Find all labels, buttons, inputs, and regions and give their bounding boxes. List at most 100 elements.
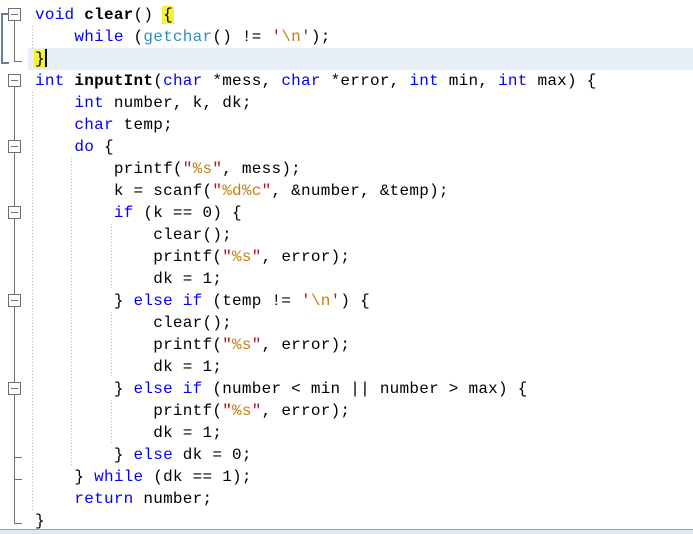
- code-token: );: [311, 28, 331, 46]
- code-token: ": [252, 336, 262, 354]
- code-token: ": [252, 248, 262, 266]
- code-line-12[interactable]: printf("%s", error);: [35, 246, 350, 268]
- code-token: }: [35, 380, 134, 398]
- code-token: [173, 380, 183, 398]
- code-token: }: [35, 468, 94, 486]
- code-token: }: [35, 446, 134, 464]
- text-caret: [45, 49, 47, 67]
- code-line-6[interactable]: char temp;: [35, 114, 173, 136]
- matched-brace: {: [162, 6, 175, 24]
- code-line-1[interactable]: void clear() {: [35, 4, 173, 26]
- code-token: ": [262, 182, 272, 200]
- code-token: [35, 116, 74, 134]
- code-line-17[interactable]: dk = 1;: [35, 356, 222, 378]
- code-line-19[interactable]: printf("%s", error);: [35, 400, 350, 422]
- code-line-3[interactable]: }: [35, 48, 47, 70]
- fold-region-end-tick: [14, 479, 22, 480]
- code-token: (: [124, 28, 144, 46]
- fold-region-end-tick: [14, 457, 22, 458]
- code-line-10[interactable]: if (k == 0) {: [35, 202, 242, 224]
- code-line-16[interactable]: printf("%s", error);: [35, 334, 350, 356]
- fold-collapse-button-line-18[interactable]: [8, 382, 21, 395]
- code-line-2[interactable]: while (getchar() != '\n');: [35, 26, 331, 48]
- code-token: ': [331, 292, 341, 310]
- code-line-18[interactable]: } else if (number < min || number > max)…: [35, 378, 528, 400]
- code-token: else: [134, 380, 173, 398]
- code-token: (k == 0) {: [134, 204, 242, 222]
- code-token: else: [134, 292, 173, 310]
- code-token: printf(: [35, 336, 222, 354]
- code-line-11[interactable]: clear();: [35, 224, 232, 246]
- code-token: , error);: [262, 248, 351, 266]
- code-line-8[interactable]: printf("%s", mess);: [35, 158, 301, 180]
- code-token: %s: [193, 160, 213, 178]
- code-token: [74, 6, 84, 24]
- code-token: ": [222, 248, 232, 266]
- code-token: [35, 138, 74, 156]
- code-token: %s: [232, 248, 252, 266]
- code-line-13[interactable]: dk = 1;: [35, 268, 222, 290]
- indent-guide: [32, 92, 33, 510]
- code-token: if: [114, 204, 134, 222]
- code-token: , mess);: [222, 160, 301, 178]
- code-token: dk = 1;: [35, 270, 222, 288]
- fold-collapse-button-line-10[interactable]: [8, 206, 21, 219]
- code-token: }: [35, 292, 134, 310]
- code-token: ": [222, 402, 232, 420]
- code-token: else: [134, 446, 173, 464]
- code-token: *error,: [321, 72, 410, 90]
- code-token: (: [153, 72, 163, 90]
- fold-collapse-button-line-1[interactable]: [8, 8, 21, 21]
- code-token: if: [183, 292, 203, 310]
- code-line-5[interactable]: int number, k, dk;: [35, 92, 252, 114]
- fold-collapse-button-line-4[interactable]: [8, 74, 21, 87]
- code-token: ": [212, 160, 222, 178]
- code-token: clear: [84, 6, 133, 24]
- code-token: printf(: [35, 160, 183, 178]
- code-token: dk = 0;: [173, 446, 252, 464]
- code-line-23[interactable]: return number;: [35, 488, 212, 510]
- code-token: , error);: [262, 336, 351, 354]
- code-token: do: [74, 138, 94, 156]
- code-token: printf(: [35, 402, 222, 420]
- code-token: number, k, dk;: [104, 94, 252, 112]
- fold-region-end-tick: [14, 61, 22, 62]
- code-line-21[interactable]: } else dk = 0;: [35, 444, 252, 466]
- fold-collapse-button-line-7[interactable]: [8, 140, 21, 153]
- code-token: ": [252, 402, 262, 420]
- code-line-15[interactable]: clear();: [35, 312, 232, 334]
- code-line-14[interactable]: } else if (temp != '\n') {: [35, 290, 370, 312]
- code-token: printf(: [35, 248, 222, 266]
- code-editor[interactable]: void clear() { while (getchar() != '\n')…: [0, 0, 693, 534]
- code-token: while: [94, 468, 143, 486]
- code-token: min,: [439, 72, 498, 90]
- code-line-20[interactable]: dk = 1;: [35, 422, 222, 444]
- code-token: [173, 292, 183, 310]
- editor-bottom-strip: [0, 530, 693, 534]
- code-token: while: [74, 28, 123, 46]
- code-token: dk = 1;: [35, 424, 222, 442]
- code-line-7[interactable]: do {: [35, 136, 114, 158]
- code-token: inputInt: [74, 72, 153, 90]
- code-token: char: [163, 72, 202, 90]
- code-token: number;: [134, 490, 213, 508]
- code-token: ': [301, 28, 311, 46]
- code-token: [35, 94, 74, 112]
- code-token: return: [74, 490, 133, 508]
- fold-region-line: [14, 21, 15, 61]
- code-token: k = scanf(: [35, 182, 212, 200]
- code-token: (temp !=: [202, 292, 301, 310]
- fold-collapse-button-line-14[interactable]: [8, 294, 21, 307]
- fold-region-end-tick: [14, 523, 22, 524]
- code-token: %d%c: [222, 182, 261, 200]
- code-token: ': [301, 292, 311, 310]
- code-line-4[interactable]: int inputInt(char *mess, char *error, in…: [35, 70, 597, 92]
- code-token: ": [212, 182, 222, 200]
- code-token: [35, 490, 74, 508]
- code-token: *mess,: [203, 72, 282, 90]
- code-line-9[interactable]: k = scanf("%d%c", &number, &temp);: [35, 180, 449, 202]
- code-token: char: [74, 116, 113, 134]
- code-token: temp;: [114, 116, 173, 134]
- code-line-22[interactable]: } while (dk == 1);: [35, 466, 252, 488]
- code-token: , error);: [262, 402, 351, 420]
